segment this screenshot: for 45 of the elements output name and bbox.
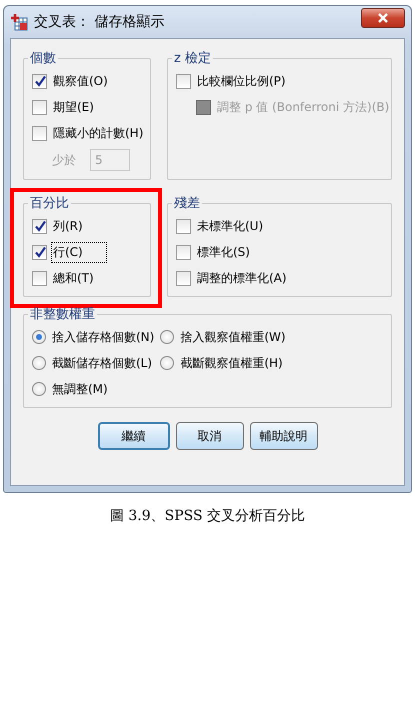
- checkbox-label: 調整 p 值 (Bonferroni 方法)(B): [217, 98, 390, 116]
- checkbox[interactable]: [32, 270, 47, 286]
- window-title: 交叉表： 儲存格顯示: [34, 13, 166, 31]
- checkbox-label: 標準化(S): [197, 244, 250, 260]
- threshold-label: 少於: [52, 152, 76, 168]
- group-title: 個數: [29, 50, 57, 67]
- radio-button[interactable]: [32, 382, 46, 396]
- checkbox[interactable]: [176, 244, 191, 260]
- radio-label: 截斷儲存格個數(L): [52, 354, 152, 372]
- checkbox-label: 隱藏小的計數(H): [53, 124, 144, 142]
- checkbox[interactable]: [176, 270, 191, 286]
- radio-label: 截斷觀察值權重(H): [180, 354, 283, 372]
- checkbox[interactable]: [176, 218, 191, 234]
- checkbox-label: 未標準化(U): [197, 218, 264, 234]
- group-title: 百分比: [29, 195, 70, 212]
- table-icon: [10, 13, 28, 31]
- figure-caption: 圖 3.9、SPSS 交叉分析百分比: [108, 507, 306, 525]
- checkbox-label: 行(C): [53, 244, 105, 260]
- checkbox-label: 總和(T): [53, 270, 94, 286]
- radio-label: 捨入儲存格個數(N): [52, 328, 154, 346]
- radio-button[interactable]: [160, 330, 174, 344]
- checkbox[interactable]: [32, 126, 47, 140]
- group-title: z 檢定: [173, 50, 212, 67]
- checkbox-label: 期望(E): [53, 98, 94, 116]
- checkbox-label: 調整的標準化(A): [197, 270, 287, 286]
- dialog-button[interactable]: 取消: [176, 422, 244, 450]
- dialog-button[interactable]: 繼續: [98, 422, 170, 450]
- checkbox-label: 觀察值(O): [53, 72, 108, 90]
- checkbox-label: 列(R): [53, 218, 83, 234]
- radio-label: 無調整(M): [52, 380, 108, 398]
- checkbox[interactable]: [32, 218, 47, 234]
- close-button[interactable]: [361, 8, 405, 28]
- checkbox[interactable]: [32, 74, 47, 88]
- checkbox[interactable]: [176, 74, 191, 88]
- dialog-button[interactable]: 輔助說明: [250, 422, 318, 450]
- radio-button[interactable]: [32, 330, 46, 344]
- checkbox-label: 比較欄位比例(P): [197, 72, 286, 90]
- radio-label: 捨入觀察值權重(W): [180, 328, 286, 346]
- checkbox[interactable]: [32, 244, 47, 260]
- group-title: 非整數權重: [29, 306, 96, 323]
- close-icon: [378, 13, 388, 23]
- radio-button[interactable]: [160, 356, 174, 370]
- checkbox[interactable]: [32, 100, 47, 114]
- group-title: 殘差: [173, 195, 201, 212]
- radio-button[interactable]: [32, 356, 46, 370]
